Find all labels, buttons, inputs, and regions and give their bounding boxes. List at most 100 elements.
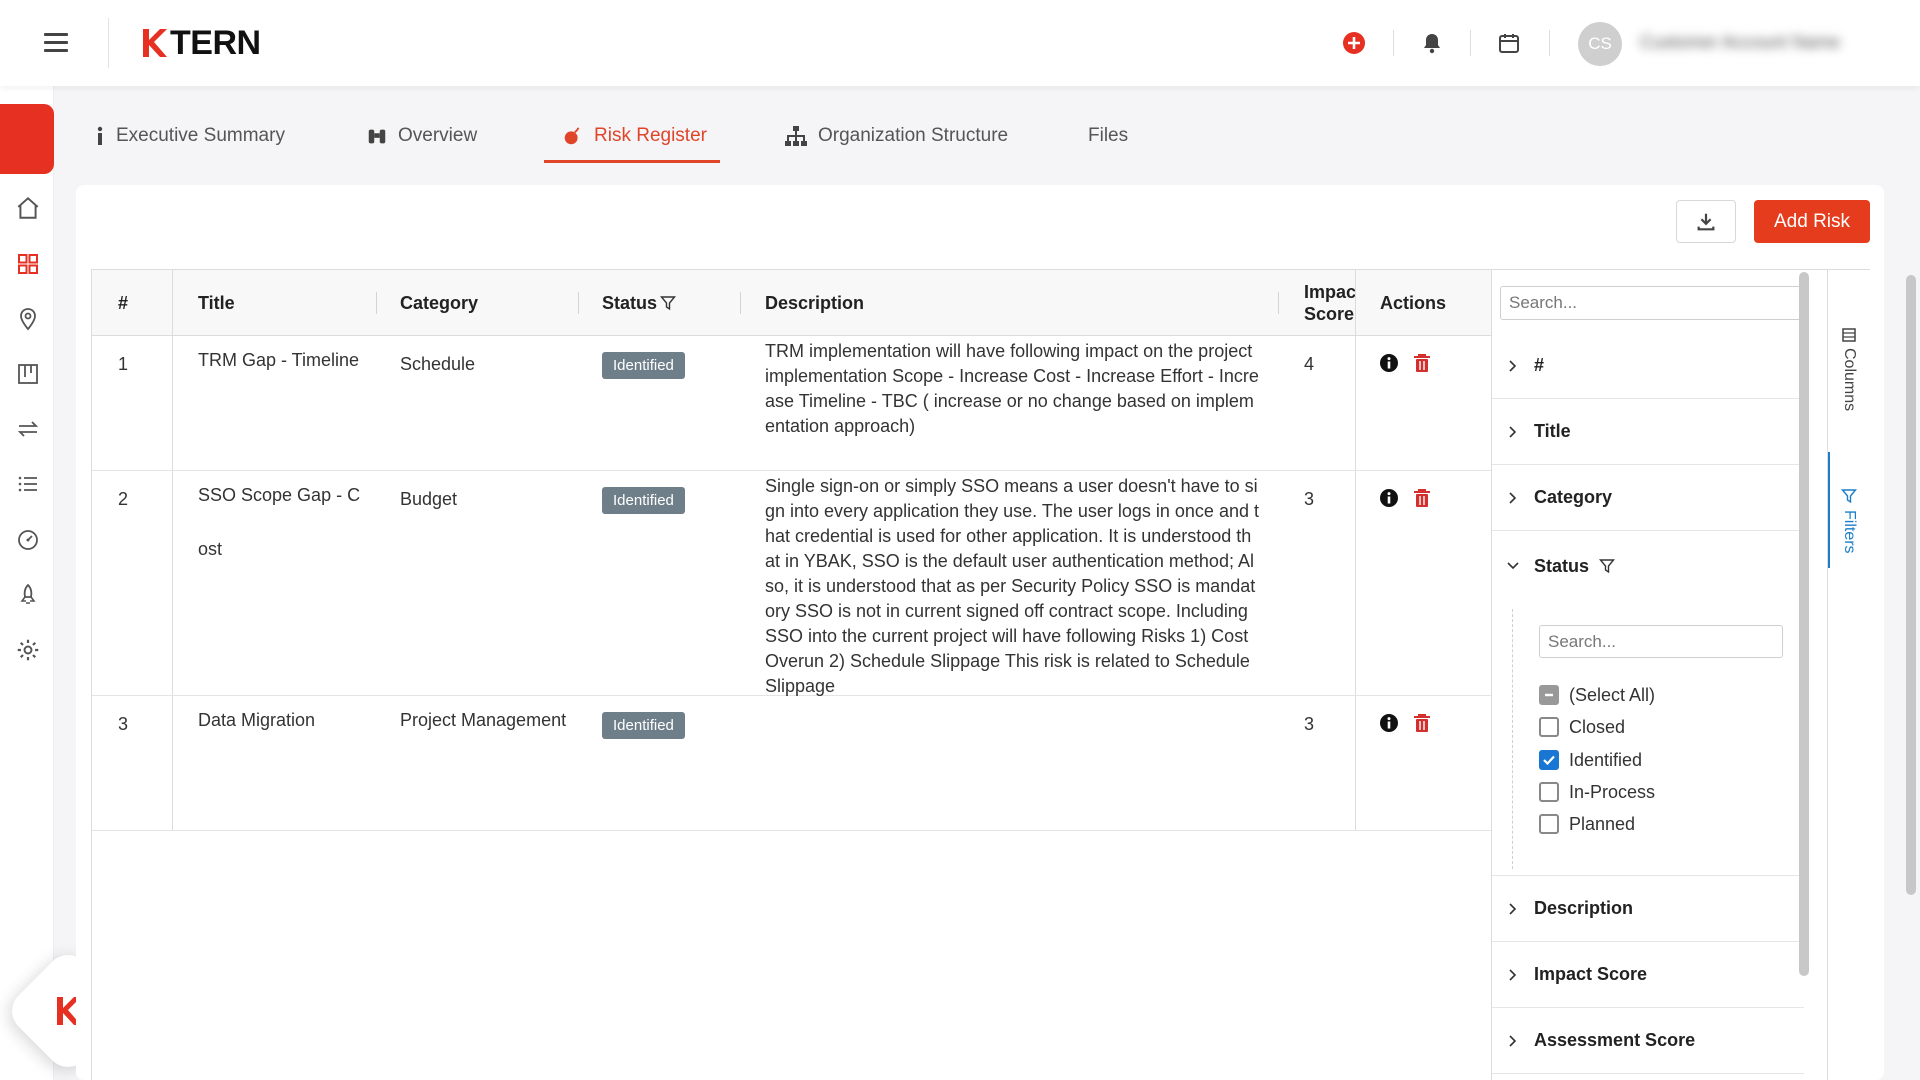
column-header-status[interactable]: Status (602, 270, 677, 336)
column-header-actions[interactable]: Actions (1380, 270, 1446, 336)
settings-gear-icon[interactable] (13, 635, 43, 665)
filter-group-label: Status (1534, 555, 1590, 576)
tab-organization-structure[interactable]: Organization Structure (784, 108, 1008, 164)
checkbox-unchecked[interactable] (1539, 814, 1559, 834)
row-category: Schedule (400, 354, 476, 374)
column-resize-handle[interactable] (376, 292, 377, 314)
column-header-status-label: Status (602, 292, 658, 313)
delete-trash-icon[interactable] (1411, 487, 1433, 509)
bomb-icon (564, 127, 580, 145)
tab-executive-summary[interactable]: Executive Summary (94, 108, 285, 164)
grid-header: # Title Category Status Description Impa… (92, 270, 1491, 336)
column-header-title[interactable]: Title (198, 270, 235, 336)
delete-trash-icon[interactable] (1411, 352, 1433, 374)
filter-option-identified[interactable]: Identified (1539, 748, 1642, 772)
checkbox-indeterminate[interactable] (1539, 685, 1559, 705)
row-description: TRM implementation will have following i… (765, 341, 1259, 436)
tab-risk-register[interactable]: Risk Register (562, 108, 707, 164)
tab-overview[interactable]: Overview (366, 108, 477, 164)
info-icon (97, 126, 103, 145)
user-name[interactable]: Customer Account Name (1640, 32, 1840, 56)
side-tab-columns[interactable]: Columns (1836, 328, 1862, 411)
filter-panel-scrollbar[interactable] (1799, 272, 1809, 976)
tab-label: Overview (398, 125, 478, 146)
row-category: Project Management (400, 710, 567, 730)
table-row[interactable]: 1 TRM Gap - Timeline Schedule Identified… (92, 336, 1491, 471)
add-risk-button[interactable]: Add Risk (1754, 200, 1870, 243)
filter-group-label: # (1534, 355, 1545, 375)
filter-option-label: In-Process (1569, 781, 1656, 802)
column-resize-handle[interactable] (578, 292, 579, 314)
checkbox-checked[interactable] (1539, 750, 1559, 770)
status-badge: Identified (602, 712, 685, 739)
chevron-right-icon (1509, 1034, 1517, 1047)
transfer-arrows-icon[interactable] (13, 414, 43, 444)
speedometer-icon[interactable] (13, 525, 43, 555)
dashboard-grid-icon[interactable] (13, 249, 43, 279)
menu-hamburger-icon[interactable] (40, 28, 72, 58)
filter-group-title[interactable]: Title (1492, 399, 1804, 465)
filter-group-label: Assessment Score (1534, 1030, 1696, 1050)
rail-accent-tab[interactable] (0, 104, 54, 174)
risk-grid: # Title Category Status Description Impa… (91, 269, 1870, 1080)
chevron-right-icon (1509, 425, 1517, 438)
column-header-category[interactable]: Category (400, 270, 478, 336)
status-filter-body: (Select All) Closed Identified In-Proces… (1492, 599, 1804, 876)
filter-group-assessment-score[interactable]: Assessment Score (1492, 1008, 1804, 1074)
table-row[interactable]: 2 SSO Scope Gap - Cost Budget Identified… (92, 471, 1491, 696)
filter-option-label: Identified (1569, 749, 1643, 770)
delete-trash-icon[interactable] (1411, 712, 1433, 734)
filter-group-category[interactable]: Category (1492, 465, 1804, 531)
filter-option-closed[interactable]: Closed (1539, 715, 1625, 739)
filter-group-impact-score[interactable]: Impact Score (1492, 942, 1804, 1008)
filter-group-number[interactable]: # (1492, 333, 1804, 399)
tab-label: Files (1088, 125, 1129, 146)
page-scrollbar[interactable] (1906, 275, 1916, 895)
bell-icon[interactable] (1417, 28, 1447, 58)
tab-files[interactable]: Files (1088, 108, 1128, 164)
filter-group-description[interactable]: Description (1492, 876, 1804, 942)
row-title: TRM Gap - Timeline (198, 350, 360, 370)
info-circle-icon[interactable] (1378, 712, 1400, 734)
download-button[interactable] (1676, 200, 1736, 243)
table-row[interactable]: 3 Data Migration Project Management Iden… (92, 696, 1491, 831)
topbar-divider (108, 18, 109, 68)
home-icon[interactable] (13, 193, 43, 223)
active-side-tab-indicator (1828, 452, 1830, 568)
filter-group-label: Impact Score (1534, 964, 1648, 984)
info-circle-icon[interactable] (1378, 352, 1400, 374)
status-filter-search-input[interactable] (1539, 625, 1783, 658)
filter-panel-search-input[interactable] (1500, 286, 1808, 320)
status-badge: Identified (602, 487, 685, 514)
calendar-icon[interactable] (1494, 28, 1524, 58)
location-pin-icon[interactable] (13, 304, 43, 334)
filter-option-select-all[interactable]: (Select All) (1539, 683, 1655, 707)
row-impact-score: 3 (1304, 714, 1315, 734)
checkbox-unchecked[interactable] (1539, 782, 1559, 802)
column-header-number[interactable]: # (118, 270, 128, 336)
side-tab-filters[interactable]: Filters (1836, 488, 1862, 554)
info-circle-icon[interactable] (1378, 487, 1400, 509)
filter-funnel-icon (660, 296, 677, 311)
filter-option-label: Planned (1569, 813, 1636, 834)
filter-option-planned[interactable]: Planned (1539, 812, 1635, 836)
column-resize-handle[interactable] (740, 292, 741, 314)
rocket-icon[interactable] (13, 580, 43, 610)
row-impact-score: 4 (1304, 354, 1315, 374)
filter-group-status[interactable]: Status (1492, 533, 1804, 599)
chevron-right-icon (1509, 491, 1517, 504)
kanban-board-icon[interactable] (13, 359, 43, 389)
add-circle-icon[interactable] (1339, 28, 1369, 58)
column-resize-handle[interactable] (1278, 292, 1279, 314)
column-header-impact-score[interactable]: Impac Score (1304, 270, 1358, 336)
checkbox-unchecked[interactable] (1539, 717, 1559, 737)
column-header-description[interactable]: Description (765, 270, 864, 336)
list-icon[interactable] (13, 469, 43, 499)
filter-option-in-process[interactable]: In-Process (1539, 780, 1655, 804)
filter-group-label: Category (1534, 487, 1613, 507)
row-description: Single sign-on or simply SSO means a use… (765, 476, 1259, 696)
chevron-right-icon (1509, 902, 1517, 915)
user-avatar[interactable]: CS (1578, 22, 1622, 66)
brand-logo[interactable]: TERN (140, 22, 261, 64)
filter-option-label: Closed (1569, 716, 1626, 737)
